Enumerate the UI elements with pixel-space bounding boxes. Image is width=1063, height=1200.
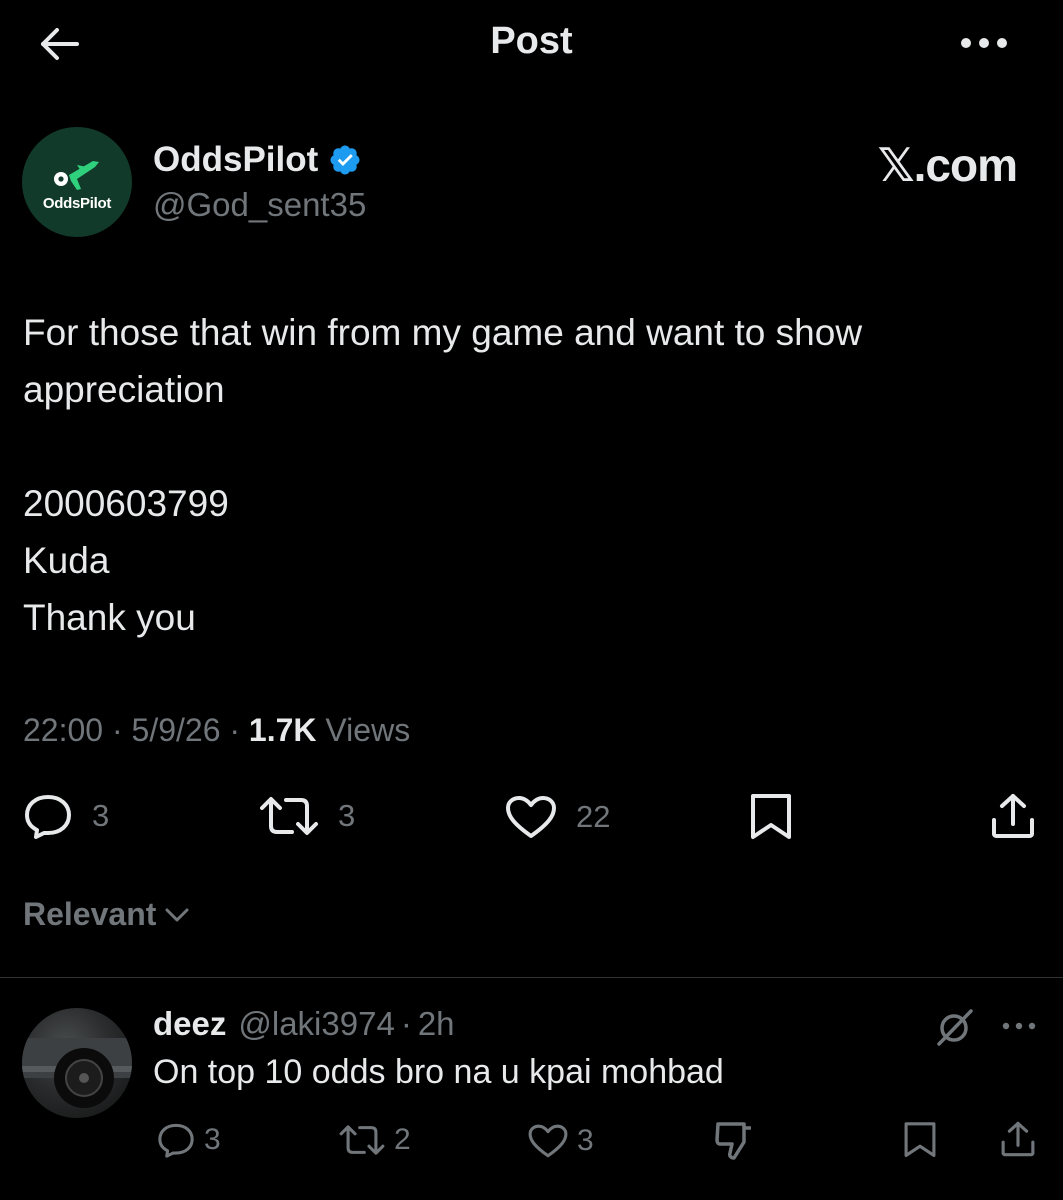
reply-time[interactable]: 2h	[418, 1005, 455, 1043]
reply-button[interactable]: 3	[22, 792, 109, 840]
author-avatar[interactable]: OddsPilot	[22, 127, 132, 237]
meta-separator: ·	[103, 712, 132, 748]
reply-separator: ·	[400, 1005, 412, 1042]
reply-header: deez @laki3974 · 2h	[153, 1005, 455, 1043]
reply-like-button[interactable]: 3	[527, 1123, 594, 1159]
like-button[interactable]: 22	[504, 794, 610, 840]
author-name[interactable]: OddsPilot	[153, 140, 318, 180]
post-time[interactable]: 22:00	[23, 712, 103, 748]
sort-replies-dropdown[interactable]: Relevant	[23, 896, 190, 933]
repost-icon	[260, 797, 318, 835]
post-line: 2000603799	[23, 483, 229, 524]
grok-button[interactable]	[930, 1008, 978, 1048]
page-title: Post	[490, 20, 573, 62]
post-line: appreciation	[23, 369, 225, 410]
reply-author-avatar[interactable]	[22, 1008, 132, 1118]
watermark: 𝕏.com	[877, 139, 1018, 191]
repost-count: 3	[338, 798, 356, 833]
thumbs-down-icon	[715, 1122, 751, 1160]
repost-icon	[339, 1125, 385, 1155]
like-count: 22	[576, 799, 611, 834]
reply-bookmark-button[interactable]	[903, 1120, 937, 1160]
more-horizontal-icon	[1002, 1022, 1036, 1030]
heart-icon	[528, 1124, 568, 1158]
bookmark-icon	[904, 1122, 936, 1157]
repost-button[interactable]: 3	[258, 794, 355, 838]
chevron-down-icon	[165, 908, 189, 921]
meta-separator: ·	[220, 712, 249, 748]
verified-badge-icon	[330, 145, 360, 175]
reply-bubble-icon	[158, 1123, 194, 1158]
reply-reply-count: 3	[204, 1123, 221, 1156]
reply-share-button[interactable]	[1000, 1119, 1036, 1159]
share-button[interactable]	[990, 792, 1036, 840]
reply-downvote-button[interactable]	[714, 1120, 754, 1162]
reply-count: 3	[92, 798, 110, 833]
avatar-logo-text: OddsPilot	[42, 194, 112, 212]
author-name-row[interactable]: OddsPilot	[153, 140, 362, 180]
plane-ball-logo-icon	[54, 160, 99, 190]
car-wheel-image-icon	[22, 1038, 132, 1108]
bookmark-button[interactable]	[749, 792, 793, 842]
share-icon	[1001, 1121, 1035, 1157]
share-icon	[992, 794, 1034, 838]
reply-repost-count: 2	[394, 1123, 411, 1156]
heart-icon	[506, 796, 556, 838]
grok-icon	[937, 1009, 973, 1046]
reply-author-name[interactable]: deez	[153, 1005, 226, 1043]
reply-like-count: 3	[577, 1124, 594, 1157]
sort-label: Relevant	[23, 896, 157, 932]
reply-more-button[interactable]	[995, 1010, 1043, 1042]
post-meta: 22:00 · 5/9/26 · 1.7K Views	[23, 712, 410, 749]
more-options-button[interactable]	[957, 26, 1011, 60]
divider	[0, 977, 1063, 978]
reply-repost-button[interactable]: 2	[338, 1123, 411, 1157]
author-handle[interactable]: @God_sent35	[153, 186, 366, 224]
post-date[interactable]: 5/9/26	[132, 712, 221, 748]
post-line: Kuda	[23, 540, 110, 581]
post-line: Thank you	[23, 597, 196, 638]
reply-reply-button[interactable]: 3	[156, 1121, 221, 1159]
top-bar: Post	[0, 0, 1063, 90]
reply-bubble-icon	[25, 795, 71, 839]
post-text: For those that win from my game and want…	[23, 304, 1023, 646]
reply-text: On top 10 odds bro na u kpai mohbad	[153, 1053, 724, 1091]
bookmark-icon	[751, 794, 791, 839]
views-label: Views	[325, 712, 411, 748]
reply-author-handle[interactable]: @laki3974	[238, 1005, 394, 1043]
views-count: 1.7K	[248, 712, 317, 748]
more-horizontal-icon	[961, 38, 1007, 48]
post-line: For those that win from my game and want…	[23, 312, 863, 353]
